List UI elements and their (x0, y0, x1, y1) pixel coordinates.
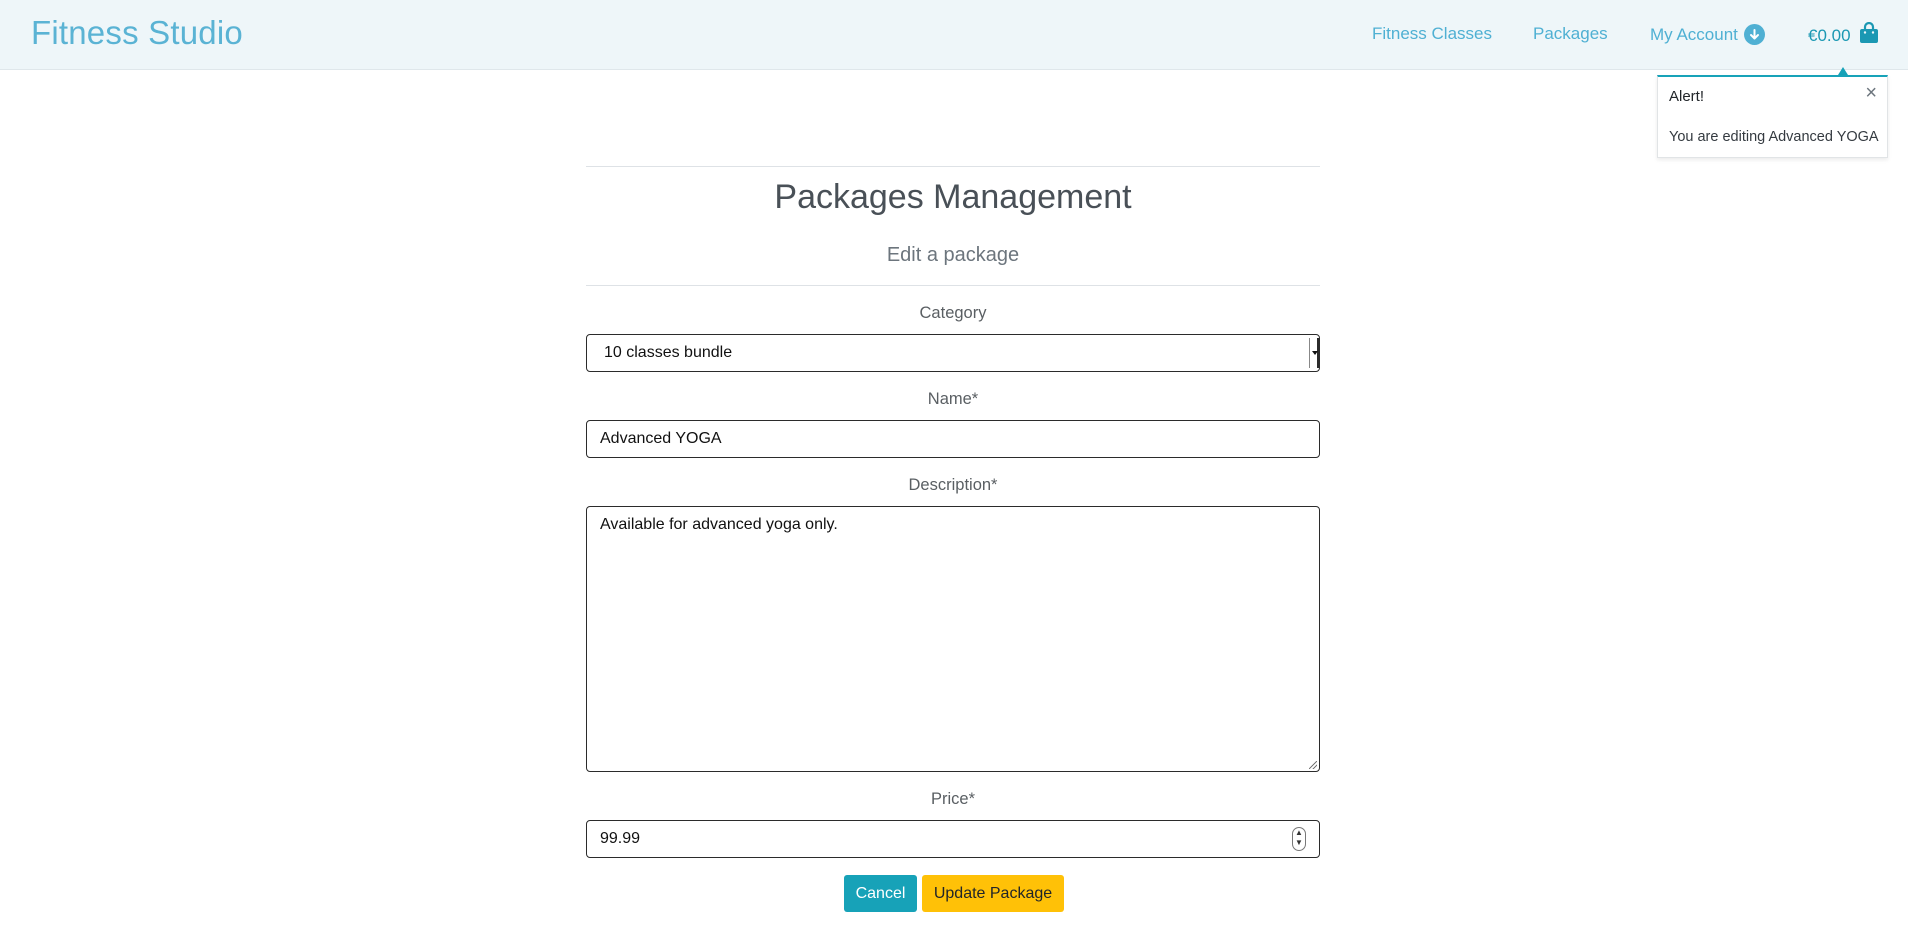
site-header: Fitness Studio Fitness Classes Packages … (0, 0, 1908, 70)
arrow-circle-down-icon (1743, 24, 1765, 45)
price-input-value: 99.99 (600, 830, 641, 847)
price-input[interactable]: 99.99 ▲ ▼ (586, 820, 1320, 858)
category-selected-value: 10 classes bundle (604, 344, 733, 361)
name-input[interactable]: Advanced YOGA (586, 420, 1320, 458)
cart-link[interactable]: €0.00 (1808, 21, 1879, 49)
category-select[interactable]: 10 classes bundle (586, 334, 1320, 372)
nav-my-account-label: My Account (1650, 24, 1738, 44)
divider-top (586, 166, 1320, 167)
divider-bottom (586, 285, 1320, 286)
toast-title: Alert! (1669, 88, 1705, 105)
chevron-down-icon[interactable] (1309, 338, 1319, 368)
price-label: Price* (930, 790, 975, 808)
nav-my-account[interactable]: My Account (1650, 24, 1765, 45)
page-title: Packages Management (774, 178, 1132, 216)
cancel-button[interactable]: Cancel (844, 875, 917, 912)
cart-total: €0.00 (1808, 25, 1851, 45)
toast-message: You are editing Advanced YOGA (1669, 129, 1879, 145)
brand-logo[interactable]: Fitness Studio (31, 14, 243, 52)
nav-fitness-classes[interactable]: Fitness Classes (1372, 24, 1492, 44)
resize-handle-icon[interactable] (1309, 761, 1317, 769)
update-package-button[interactable]: Update Package (922, 875, 1064, 912)
close-icon[interactable]: × (1865, 82, 1877, 105)
shopping-bag-icon (1859, 21, 1879, 49)
description-textarea[interactable]: Available for advanced yoga only. (586, 506, 1320, 772)
number-spinner-icon[interactable]: ▲ ▼ (1292, 827, 1306, 851)
page-subtitle: Edit a package (886, 244, 1020, 266)
name-input-value: Advanced YOGA (600, 430, 722, 447)
description-textarea-value: Available for advanced yoga only. (600, 516, 838, 533)
name-label: Name* (927, 390, 979, 408)
nav-packages[interactable]: Packages (1533, 24, 1608, 44)
description-label: Description* (908, 476, 998, 494)
category-label: Category (919, 304, 987, 322)
toast-arrow (1838, 67, 1848, 75)
alert-toast: Alert! × You are editing Advanced YOGA (1657, 75, 1888, 158)
